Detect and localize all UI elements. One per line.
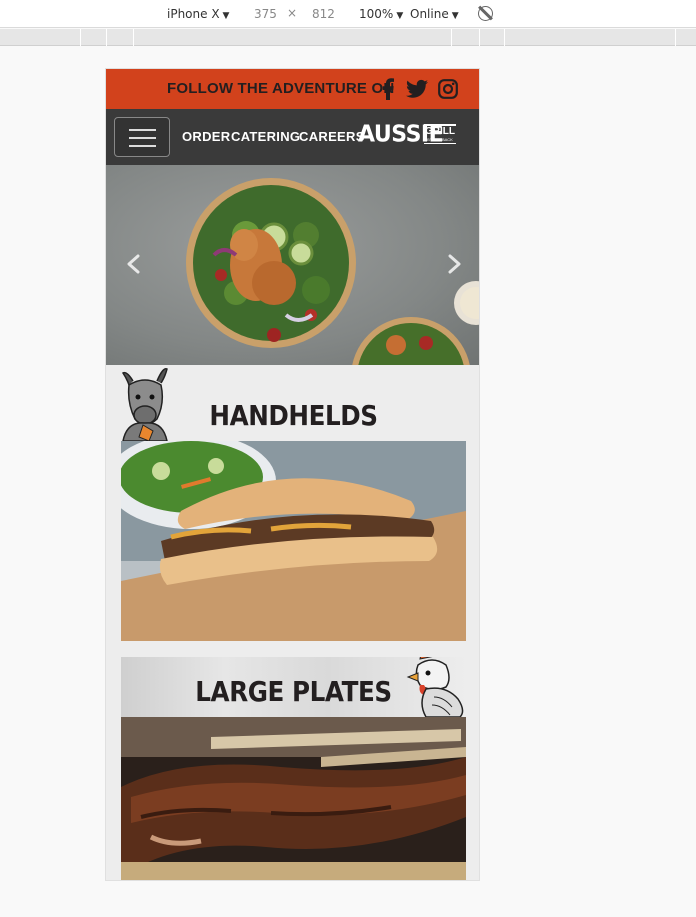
nav-link-careers[interactable]: CAREERS bbox=[299, 129, 365, 144]
mobile-viewport: FOLLOW THE ADVENTURE ON ORDER CATERING C… bbox=[105, 68, 480, 881]
carousel-indicators bbox=[288, 355, 354, 365]
viewport-height-input[interactable]: 812 bbox=[312, 7, 335, 21]
logo-subtext: BY OUTBACK bbox=[427, 137, 453, 142]
ruler-mark bbox=[133, 29, 134, 46]
hero-carousel[interactable] bbox=[106, 165, 479, 365]
carousel-next-icon[interactable] bbox=[443, 253, 465, 275]
ruler-mark bbox=[80, 29, 81, 46]
hamburger-line bbox=[129, 145, 156, 147]
network-value: Online bbox=[410, 7, 449, 21]
media-query-ruler[interactable] bbox=[0, 29, 696, 46]
network-throttle-select[interactable]: Online ▼ bbox=[410, 7, 459, 21]
large-plates-header[interactable]: LARGE PLATES bbox=[121, 657, 466, 717]
chevron-down-icon: ▼ bbox=[222, 11, 230, 21]
facebook-icon[interactable] bbox=[382, 78, 394, 100]
devtools-device-toolbar: iPhone X ▼ 375 × 812 100% ▼ Online ▼ bbox=[0, 0, 696, 28]
ruler-mark bbox=[106, 29, 107, 46]
dimension-separator: × bbox=[287, 6, 298, 20]
handhelds-title: HANDHELDS bbox=[209, 399, 378, 432]
device-name: iPhone X bbox=[167, 7, 220, 21]
ruler-mark bbox=[479, 29, 480, 46]
hamburger-line bbox=[129, 137, 156, 139]
hamburger-line bbox=[129, 129, 156, 131]
rooster-mascot-icon bbox=[406, 657, 464, 717]
ruler-mark bbox=[675, 29, 676, 46]
large-plates-title: LARGE PLATES bbox=[195, 675, 392, 708]
ruler-mark bbox=[504, 29, 505, 46]
ribs-image bbox=[121, 717, 466, 880]
twitter-icon[interactable] bbox=[406, 78, 428, 100]
viewport-width-input[interactable]: 375 bbox=[254, 7, 277, 21]
main-navbar: ORDER CATERING CAREERS AUSSIE GRILL BY O… bbox=[106, 109, 479, 165]
instagram-icon[interactable] bbox=[438, 78, 458, 100]
handhelds-header[interactable]: HANDHELDS bbox=[121, 365, 466, 441]
handhelds-photo[interactable] bbox=[121, 441, 466, 641]
rotate-icon[interactable] bbox=[478, 6, 493, 21]
nav-link-catering[interactable]: CATERING bbox=[231, 129, 300, 144]
follow-text: FOLLOW THE ADVENTURE ON bbox=[167, 80, 395, 97]
nav-link-order[interactable]: ORDER bbox=[182, 129, 230, 144]
large-plates-photo[interactable] bbox=[121, 717, 466, 880]
menu-toggle-button[interactable] bbox=[114, 117, 170, 157]
zoom-value: 100% bbox=[359, 7, 394, 21]
social-follow-bar: FOLLOW THE ADVENTURE ON bbox=[106, 69, 479, 109]
chevron-down-icon: ▼ bbox=[396, 11, 404, 21]
zoom-select[interactable]: 100% ▼ bbox=[359, 7, 403, 21]
salad-bowls-image bbox=[186, 178, 479, 365]
aussie-grill-logo[interactable]: AUSSIE GRILL BY OUTBACK bbox=[358, 121, 458, 149]
ruler-mark bbox=[451, 29, 452, 46]
device-select[interactable]: iPhone X ▼ bbox=[167, 7, 229, 21]
sandwich-image bbox=[121, 441, 466, 641]
carousel-prev-icon[interactable] bbox=[123, 253, 145, 275]
chevron-down-icon: ▼ bbox=[451, 11, 459, 21]
